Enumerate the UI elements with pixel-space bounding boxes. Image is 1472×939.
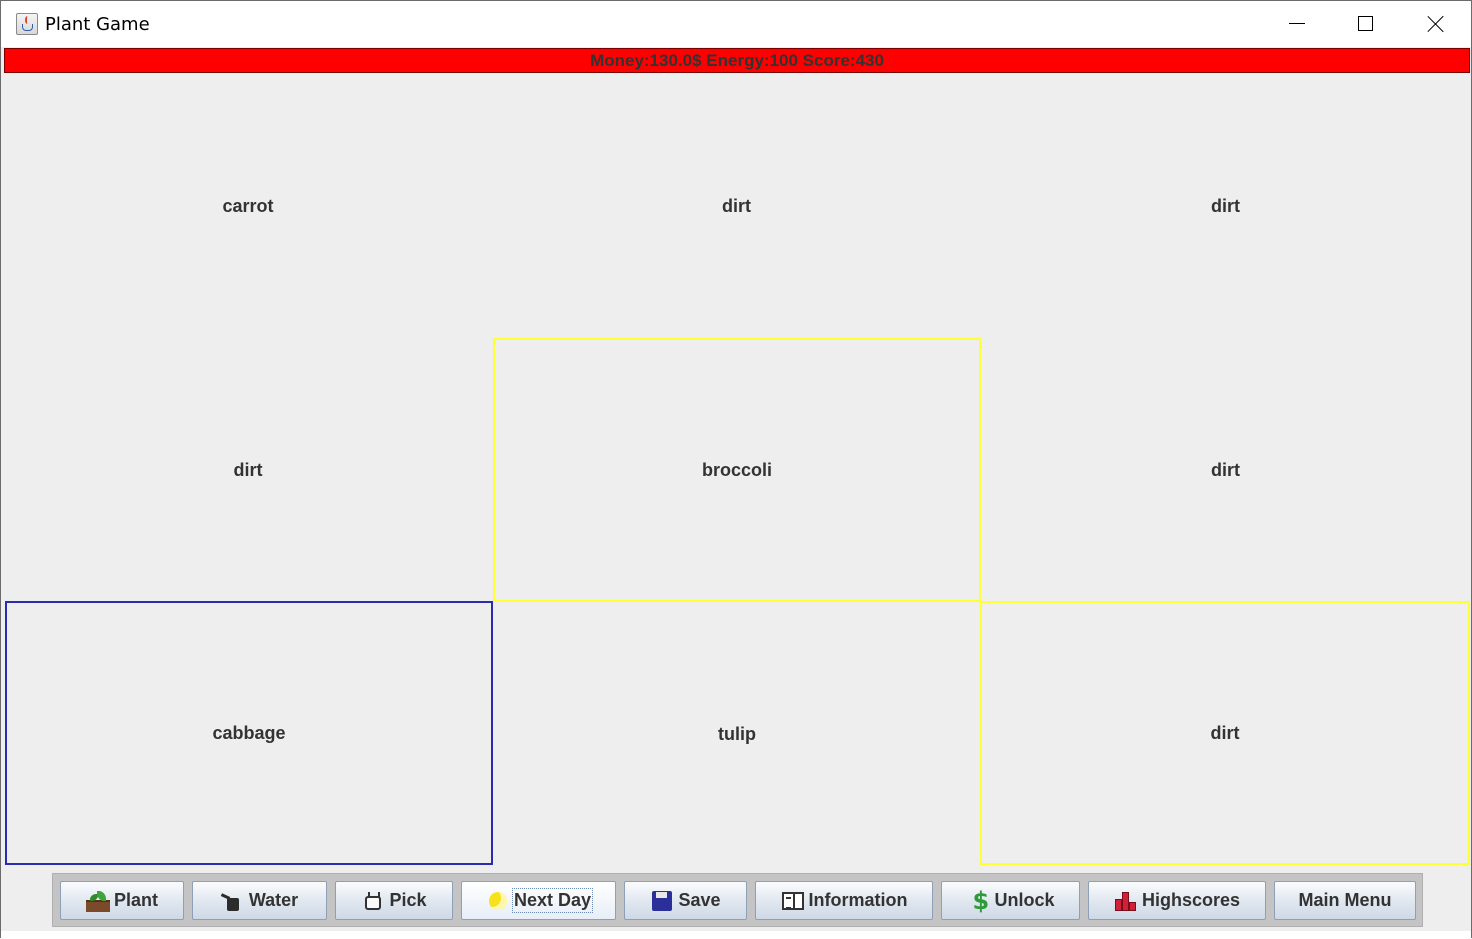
- maximize-button[interactable]: [1331, 1, 1401, 47]
- highscores-button-label: Highscores: [1141, 890, 1241, 910]
- information-button-label: Information: [808, 890, 908, 910]
- information-button[interactable]: Information: [755, 881, 933, 920]
- maximize-icon: [1358, 16, 1373, 31]
- unlock-button[interactable]: $ Unlock: [941, 881, 1080, 920]
- garden-tile[interactable]: dirt: [492, 74, 981, 338]
- garden-tile[interactable]: dirt: [981, 338, 1470, 602]
- highscores-button[interactable]: Highscores: [1088, 881, 1266, 920]
- tile-label: broccoli: [701, 459, 772, 480]
- tile-label: dirt: [1210, 722, 1240, 743]
- plant-button-label: Plant: [113, 890, 158, 910]
- tile-label: dirt: [233, 459, 263, 480]
- pick-button[interactable]: Pick: [335, 881, 453, 920]
- minimize-button[interactable]: [1261, 1, 1331, 47]
- pick-button-label: Pick: [389, 890, 427, 910]
- java-app-icon: [16, 13, 38, 35]
- next-day-button-label: Next Day: [511, 888, 594, 913]
- garden-tile[interactable]: tulip: [493, 602, 981, 866]
- app-window: Plant Game Money:130.0$ Energy:100 Score…: [0, 0, 1472, 939]
- book-icon: [781, 890, 805, 912]
- title-bar[interactable]: Plant Game: [1, 1, 1471, 47]
- action-toolbar: Plant Water Pick Next Day Save Informati…: [52, 873, 1423, 927]
- water-button-label: Water: [248, 890, 299, 910]
- save-button-label: Save: [678, 890, 721, 910]
- minimize-icon: [1289, 23, 1305, 24]
- plant-button[interactable]: Plant: [60, 881, 184, 920]
- moon-icon: [486, 890, 510, 912]
- main-menu-button[interactable]: Main Menu: [1274, 881, 1416, 920]
- garden-tile[interactable]: dirt: [4, 338, 492, 602]
- water-button[interactable]: Water: [192, 881, 327, 920]
- close-icon: [1427, 15, 1445, 33]
- tile-label: carrot: [222, 195, 274, 216]
- next-day-button[interactable]: Next Day: [461, 881, 616, 920]
- tile-label: dirt: [1211, 459, 1240, 480]
- garden-tile[interactable]: cabbage: [5, 601, 493, 865]
- plant-icon: [85, 890, 110, 912]
- main-menu-button-label: Main Menu: [1298, 890, 1392, 910]
- garden-tile[interactable]: broccoli: [493, 338, 981, 602]
- tile-label: dirt: [722, 195, 751, 216]
- close-button[interactable]: [1401, 1, 1471, 47]
- garden-tile[interactable]: carrot: [4, 74, 492, 338]
- save-button[interactable]: Save: [624, 881, 747, 920]
- dollar-icon: $: [972, 886, 990, 915]
- unlock-button-label: Unlock: [994, 890, 1055, 910]
- tile-label: dirt: [1211, 195, 1240, 216]
- watering-can-icon: [220, 890, 245, 912]
- status-bar: Money:130.0$ Energy:100 Score:430: [4, 48, 1470, 73]
- garden-tile[interactable]: dirt: [980, 601, 1470, 865]
- tile-label: tulip: [718, 723, 756, 744]
- garden-grid: carrot dirt dirt dirt broccoli dirt cabb…: [4, 74, 1470, 866]
- garden-tile[interactable]: dirt: [981, 74, 1470, 338]
- floppy-disk-icon: [650, 890, 674, 912]
- window-title: Plant Game: [45, 14, 150, 35]
- tile-label: cabbage: [212, 722, 286, 743]
- hand-icon: [361, 890, 385, 912]
- bar-chart-icon: [1114, 890, 1138, 912]
